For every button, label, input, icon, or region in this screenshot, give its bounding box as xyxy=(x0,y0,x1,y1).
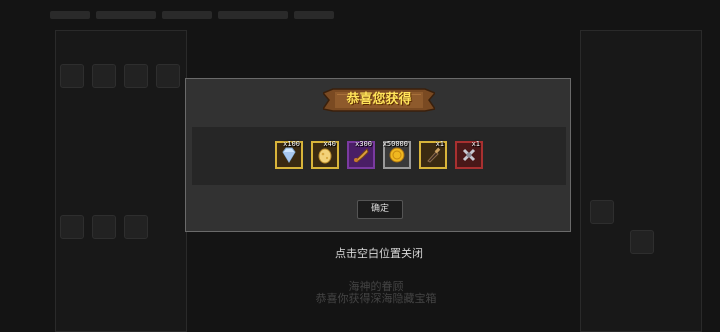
reward-item[interactable]: x1 xyxy=(455,140,483,169)
reward-item[interactable]: x50000 xyxy=(382,140,411,169)
close-hint[interactable]: 点击空白位置关闭 xyxy=(279,245,479,261)
reward-quantity: x50000 xyxy=(382,140,408,148)
reward-quantity: x300 xyxy=(355,140,372,148)
reward-item[interactable]: x1 xyxy=(419,140,447,169)
cross-amulet-icon xyxy=(462,148,476,162)
reward-quantity: x1 xyxy=(435,140,444,148)
gold-coin-icon xyxy=(389,147,405,163)
reward-quantity: x100 xyxy=(283,140,300,148)
modal-title: 恭喜您获得 xyxy=(346,92,412,107)
reward-quantity: x40 xyxy=(323,140,336,148)
reward-quantity: x1 xyxy=(471,140,480,148)
reward-item[interactable]: x100 xyxy=(275,140,303,169)
background-event-subtitle: 恭喜你获得深海隐藏宝箱 xyxy=(315,292,437,305)
reward-strip: x100 x40 x300 x50000 x1 x1 xyxy=(192,127,566,185)
diamond-icon xyxy=(282,147,296,163)
reward-item[interactable]: x40 xyxy=(311,140,339,169)
reward-item[interactable]: x300 xyxy=(347,140,375,169)
background-top-bar xyxy=(50,4,470,22)
horn-icon xyxy=(354,148,369,163)
bottle-icon xyxy=(427,147,441,163)
confirm-button[interactable]: 确定 xyxy=(357,200,403,219)
background-right-panel xyxy=(580,30,702,332)
title-banner: 恭喜您获得 xyxy=(323,87,435,113)
egg-icon xyxy=(318,148,332,164)
reward-modal: 恭喜您获得 x100 x40 x300 x50000 x1 x1 确定 xyxy=(185,78,571,232)
